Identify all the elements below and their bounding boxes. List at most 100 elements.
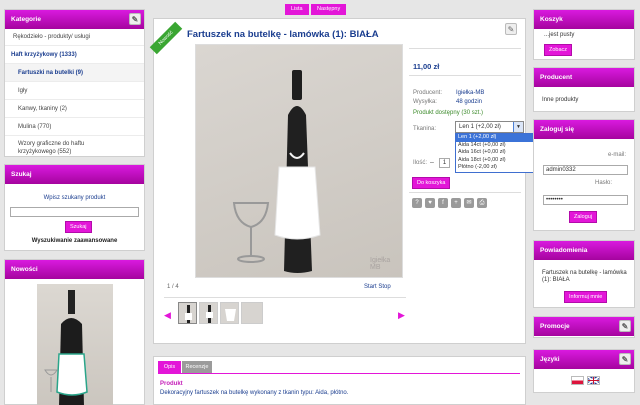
tabs-divider	[158, 373, 520, 374]
search-prompt: Wpisz szukany produkt	[43, 195, 106, 201]
fabric-option[interactable]: Aida 14ct (+0,00 zł)	[456, 142, 533, 150]
thumbnail-4[interactable]	[241, 302, 263, 324]
qty-input[interactable]: 1	[439, 158, 450, 168]
thumbnail-1[interactable]	[178, 302, 197, 324]
edit-icon[interactable]: ✎	[619, 353, 631, 365]
thumb-next-icon[interactable]: ▶	[398, 310, 405, 321]
facebook-icon[interactable]: f	[438, 198, 448, 208]
description-text: Dekoracyjny fartuszek na butelkę wykonan…	[160, 390, 349, 396]
promo-panel: Promocje ✎	[533, 316, 635, 338]
producer-link[interactable]: Igiełka-MB	[456, 90, 484, 96]
search-panel: Szukaj Wpisz szukany produkt Szukaj Wysz…	[4, 164, 145, 251]
price: 11,00 zł	[413, 62, 440, 71]
user-add-icon[interactable]: +	[451, 198, 461, 208]
thumb-prev-icon[interactable]: ◀	[164, 310, 171, 321]
question-icon[interactable]: ?	[412, 198, 422, 208]
news-panel: Nowości	[4, 259, 145, 405]
edit-icon[interactable]: ✎	[505, 23, 517, 35]
watermark: Igiełka MB	[370, 257, 391, 271]
languages-header: Języki ✎	[534, 350, 634, 369]
promo-header: Promocje ✎	[534, 317, 634, 336]
shipping-value: 48 godzin	[456, 99, 483, 105]
fabric-option[interactable]: Płótno (-2,00 zł)	[456, 164, 533, 172]
advanced-search-link[interactable]: Wyszukiwanie zaawansowane	[5, 238, 144, 244]
qty-decrement[interactable]: –	[430, 159, 434, 166]
cart-header: Koszyk	[534, 10, 634, 29]
password-label: Hasło:	[594, 180, 612, 186]
producer-label: Producent:	[413, 90, 443, 96]
categories-title: Kategorie	[11, 16, 41, 23]
next-button[interactable]: Następny	[311, 4, 347, 15]
flag-pl-icon[interactable]	[571, 376, 584, 385]
login-button[interactable]: Zaloguj	[569, 211, 598, 223]
login-panel: Zaloguj się e-mail: admin0332 Hasło: •••…	[533, 119, 635, 231]
category-item[interactable]: Kanwy, tkaniny (2)	[5, 100, 144, 118]
category-item[interactable]: Wzory graficzne do haftu krzyżykowego (5…	[5, 136, 115, 160]
price-divider	[409, 75, 521, 76]
flag-en-icon[interactable]	[587, 376, 600, 385]
chevron-down-icon[interactable]: ▼	[513, 122, 523, 132]
category-item-active[interactable]: Fartuszki na butelki (9)	[5, 64, 144, 82]
heart-icon[interactable]: ♥	[425, 198, 435, 208]
image-counter: 1 / 4	[167, 284, 179, 290]
fabric-label: Tkanina:	[413, 126, 437, 132]
producer-select[interactable]: Inne produkty	[542, 97, 578, 103]
cart-view-button[interactable]: Zobacz	[544, 44, 573, 56]
categories-header: Kategorie ✎	[5, 10, 144, 29]
search-title: Szukaj	[11, 171, 32, 178]
category-item[interactable]: Mulina (770)	[5, 118, 144, 136]
promo-title: Promocje	[540, 323, 570, 330]
title-divider	[409, 48, 521, 49]
thumbnail-3[interactable]	[220, 302, 239, 324]
share-divider	[409, 192, 521, 193]
news-product-image[interactable]	[37, 284, 113, 405]
search-input[interactable]	[10, 207, 139, 217]
edit-icon[interactable]: ✎	[129, 13, 141, 25]
fabric-option[interactable]: Aida 16ct (+0,00 zł)	[456, 149, 533, 157]
category-item[interactable]: Rękodzieło - produkty/ usługi	[5, 29, 144, 46]
shipping-label: Wysyłka:	[413, 99, 437, 105]
email-icon[interactable]: ✉	[464, 198, 474, 208]
print-icon[interactable]: ⎙	[477, 198, 487, 208]
add-to-cart-button[interactable]: Do koszyka	[412, 177, 451, 189]
producer-panel: Producent Inne produkty	[533, 67, 635, 112]
product-image[interactable]: Igiełka MB	[195, 44, 403, 278]
email-field[interactable]: admin0332	[543, 165, 628, 175]
category-item[interactable]: Haft krzyżykowy (1333)	[5, 46, 144, 64]
cart-status: ...jest pusty	[544, 32, 575, 38]
description-heading: Produkt	[160, 381, 183, 387]
category-item[interactable]: Igły	[5, 82, 144, 100]
qty-label: Ilość:	[413, 160, 428, 166]
slideshow-controls[interactable]: Start Stop	[364, 284, 391, 290]
product-panel: Nowość Fartuszek na butelkę - lamówka (1…	[149, 18, 534, 344]
notify-button[interactable]: Informuj mnie	[564, 291, 608, 303]
thumbnail-2[interactable]	[199, 302, 218, 324]
languages-title: Języki	[540, 356, 560, 363]
login-title: Zaloguj się	[540, 126, 574, 133]
tab-description[interactable]: Opis	[158, 361, 181, 373]
fabric-option[interactable]: Len 1 (+2,00 zł)	[456, 134, 533, 142]
product-title: Fartuszek na butelkę - lamówka (1): BIAŁ…	[187, 29, 379, 40]
prev-button[interactable]: Lista	[285, 4, 309, 15]
thumbs-divider	[164, 297, 406, 298]
news-header: Nowości	[5, 260, 144, 279]
languages-panel: Języki ✎	[533, 349, 635, 393]
password-field[interactable]: ••••••••	[543, 195, 628, 205]
cart-panel: Koszyk ...jest pusty Zobacz	[533, 9, 635, 60]
login-header: Zaloguj się	[534, 120, 634, 139]
notify-title: Powiadomienia	[540, 247, 588, 254]
fabric-dropdown: Len 1 (+2,00 zł) Aida 14ct (+0,00 zł) Ai…	[455, 133, 534, 173]
cart-title: Koszyk	[540, 16, 563, 23]
search-button[interactable]: Szukaj	[65, 221, 92, 233]
tab-reviews[interactable]: Recenzje	[182, 361, 212, 373]
categories-panel: Kategorie ✎ Rękodzieło - produkty/ usługi…	[4, 9, 145, 157]
fabric-select[interactable]: Len 1 (+2,00 zł) ▼	[455, 121, 524, 133]
edit-icon[interactable]: ✎	[619, 320, 631, 332]
fabric-select-value: Len 1 (+2,00 zł)	[459, 124, 501, 130]
availability: Produkt dostępny (30 szt.)	[413, 110, 484, 116]
producer-title: Producent	[540, 74, 573, 81]
producer-header: Producent	[534, 68, 634, 87]
notify-text: Fartuszek na butelkę - lamówka (1): BIAŁ…	[542, 270, 627, 283]
new-badge: Nowość	[149, 21, 183, 55]
fabric-option[interactable]: Aida 18ct (+0,00 zł)	[456, 157, 533, 165]
